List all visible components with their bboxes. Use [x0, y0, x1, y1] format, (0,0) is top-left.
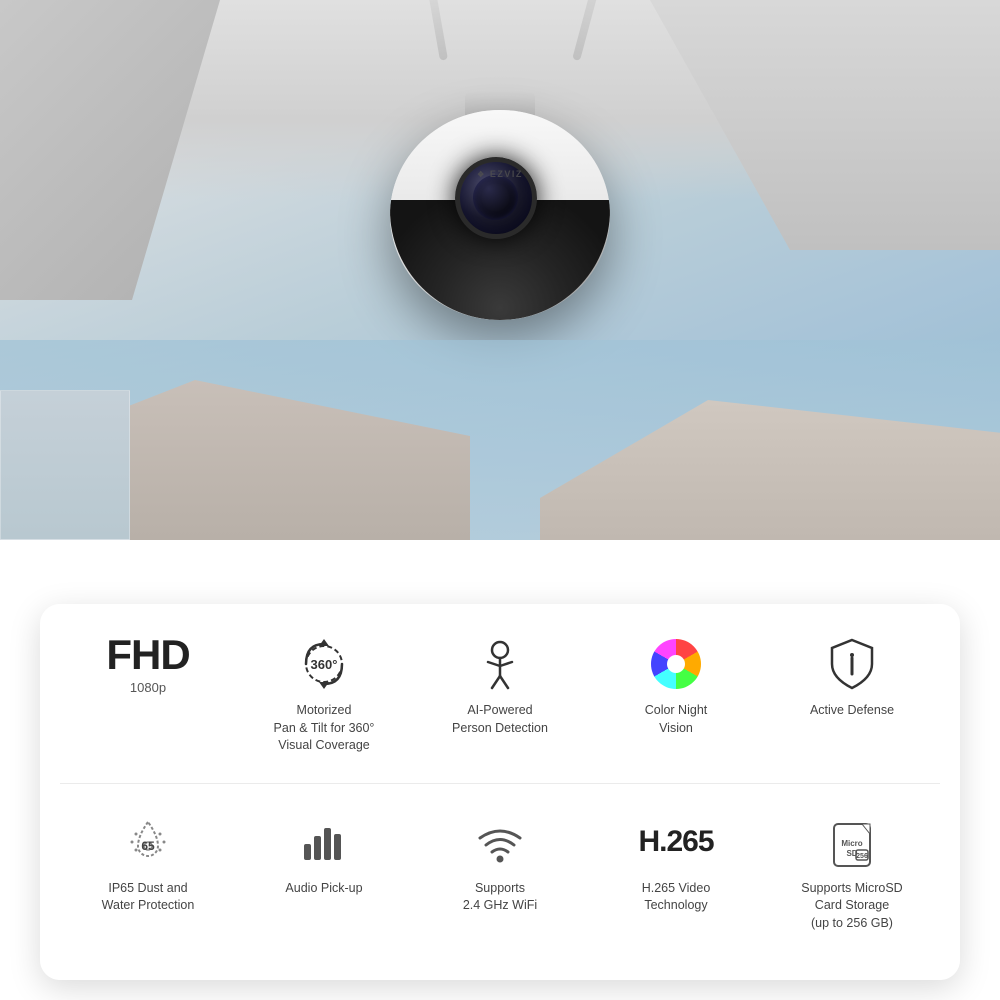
pan-tilt-icon: 360° — [294, 634, 354, 694]
fhd-sub-label: 1080p — [106, 680, 189, 695]
fhd-icon: FHD 1080p — [118, 634, 178, 694]
svg-text:256: 256 — [856, 853, 868, 860]
camera-dome: ❖ EZVIZ — [390, 110, 610, 320]
brand-logo: ❖ EZVIZ — [477, 169, 523, 179]
feature-wifi: Supports2.4 GHz WiFi — [421, 812, 579, 915]
row-divider — [60, 783, 940, 784]
svg-text:360°: 360° — [311, 657, 338, 672]
feature-ai-person: AI-PoweredPerson Detection — [421, 634, 579, 737]
ip65-label: IP65 Dust andWater Protection — [102, 880, 195, 915]
audio-label: Audio Pick-up — [285, 880, 362, 898]
audio-icon — [294, 812, 354, 872]
color-wheel — [651, 639, 701, 689]
active-defense-label: Active Defense — [810, 702, 894, 720]
active-defense-icon — [822, 634, 882, 694]
features-row-1: FHD 1080p 360° Motoriz — [60, 634, 940, 755]
hero-section: ❖ EZVIZ — [0, 0, 1000, 540]
sd-card-label: Supports MicroSDCard Storage(up to 256 G… — [801, 880, 902, 933]
feature-sd-card: Micro SD 256 Supports MicroSDCard Storag… — [773, 812, 931, 933]
feature-color-night: Color NightVision — [597, 634, 755, 737]
balcony — [0, 390, 130, 540]
svg-text:65: 65 — [141, 839, 155, 853]
feature-audio: Audio Pick-up — [245, 812, 403, 898]
pan-tilt-label: MotorizedPan & Tilt for 360°Visual Cover… — [274, 702, 375, 755]
color-night-icon — [646, 634, 706, 694]
feature-active-defense: Active Defense — [773, 634, 931, 720]
ip65-icon: 65 — [118, 812, 178, 872]
svg-text:Micro: Micro — [841, 839, 862, 848]
ai-person-label: AI-PoweredPerson Detection — [452, 702, 548, 737]
h265-label: H.265 VideoTechnology — [642, 880, 711, 915]
fhd-label: FHD — [106, 634, 189, 676]
ai-person-icon — [470, 634, 530, 694]
features-row-2: 65 IP65 Dust andWater Protection Audio P… — [60, 812, 940, 933]
info-card: FHD 1080p 360° Motoriz — [40, 604, 960, 980]
wifi-icon — [470, 812, 530, 872]
feature-pan-tilt: 360° MotorizedPan & Tilt for 360°Visual … — [245, 634, 403, 755]
color-night-label: Color NightVision — [645, 702, 708, 737]
feature-ip65: 65 IP65 Dust andWater Protection — [69, 812, 227, 915]
feature-fhd: FHD 1080p — [69, 634, 227, 702]
wifi-label: Supports2.4 GHz WiFi — [463, 880, 537, 915]
h265-text: H.265 — [638, 825, 713, 859]
feature-h265: H.265 H.265 VideoTechnology — [597, 812, 755, 915]
h265-icon: H.265 — [646, 812, 706, 872]
sd-card-icon: Micro SD 256 — [822, 812, 882, 872]
